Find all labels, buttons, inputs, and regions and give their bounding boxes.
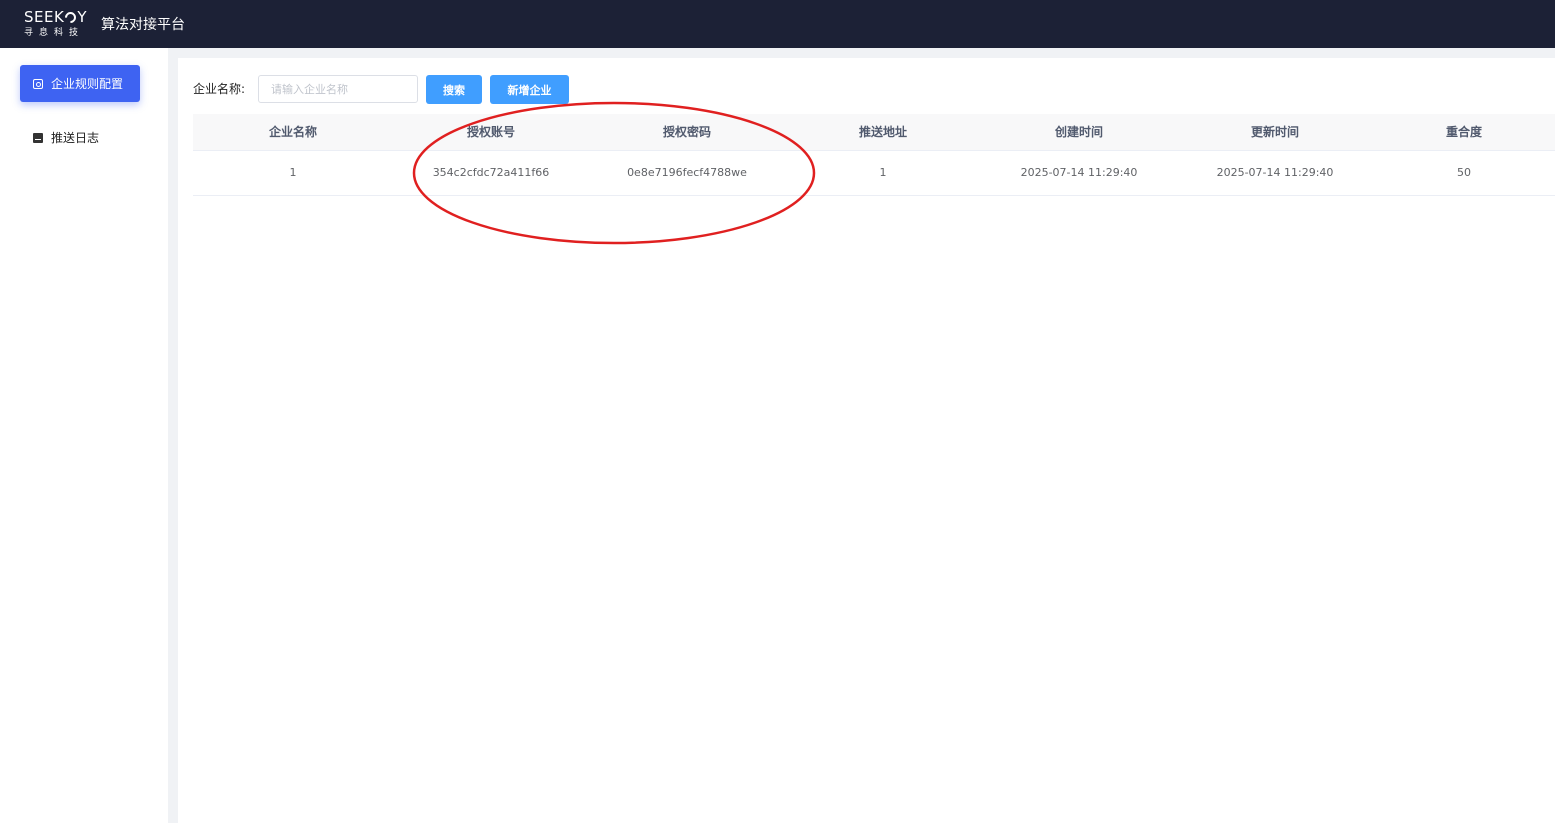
camera-icon xyxy=(33,78,43,89)
column-header: 企业名称 xyxy=(193,114,393,151)
column-header: 授权密码 xyxy=(589,114,785,151)
cell-overlap: 50 xyxy=(1373,150,1555,196)
app-title: 算法对接平台 xyxy=(101,17,185,33)
main-content: 企业名称: 搜索 新增企业 企业名称 授权账号 授权密码 推送地址 创建时间 更… xyxy=(178,58,1555,823)
column-header: 创建时间 xyxy=(981,114,1177,151)
logo-text-en-part1: SEEK xyxy=(24,8,65,26)
cell-auth-password: 0e8e7196fecf4788we xyxy=(589,150,785,196)
logo-text-cn: 寻息科技 xyxy=(24,28,85,38)
cell-auth-account: 354c2cfdc72a411f66 xyxy=(393,150,589,196)
sidebar-item-push-log[interactable]: 推送日志 xyxy=(20,119,140,156)
sidebar: 企业规则配置 推送日志 xyxy=(0,48,168,823)
column-header: 授权账号 xyxy=(393,114,589,151)
cell-updated-time: 2025-07-14 11:29:40 xyxy=(1177,150,1373,196)
sidebar-item-enterprise-rules[interactable]: 企业规则配置 xyxy=(20,65,140,102)
enterprise-table: 企业名称 授权账号 授权密码 推送地址 创建时间 更新时间 重合度 1 354c… xyxy=(193,114,1555,196)
column-header: 更新时间 xyxy=(1177,114,1373,151)
sidebar-item-label: 企业规则配置 xyxy=(51,77,124,91)
table-row[interactable]: 1 354c2cfdc72a411f66 0e8e7196fecf4788we … xyxy=(193,150,1555,196)
column-header: 重合度 xyxy=(1373,114,1555,151)
cell-created-time: 2025-07-14 11:29:40 xyxy=(981,150,1177,196)
search-button[interactable]: 搜索 xyxy=(426,75,482,104)
table-header-row: 企业名称 授权账号 授权密码 推送地址 创建时间 更新时间 重合度 xyxy=(193,114,1555,151)
logo-text-en: SEEK Y xyxy=(24,9,94,26)
enterprise-name-input[interactable] xyxy=(258,75,418,103)
log-icon xyxy=(33,132,43,143)
sidebar-item-label: 推送日志 xyxy=(51,131,100,145)
top-bar: SEEK Y 寻息科技 算法对接平台 xyxy=(0,0,1555,48)
add-enterprise-button[interactable]: 新增企业 xyxy=(490,75,569,104)
cell-push-address: 1 xyxy=(785,150,981,196)
column-header: 推送地址 xyxy=(785,114,981,151)
seekcy-logo[interactable]: SEEK Y 寻息科技 xyxy=(24,9,94,43)
cell-enterprise-name: 1 xyxy=(193,150,393,196)
enterprise-name-label: 企业名称: xyxy=(193,82,246,96)
logo-text-en-part2: Y xyxy=(77,8,87,26)
